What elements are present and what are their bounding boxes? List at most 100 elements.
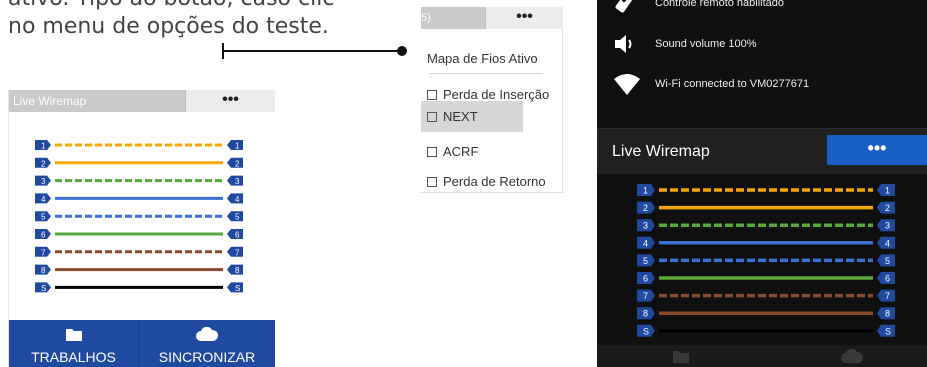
right-pin-label: 5 [885, 256, 890, 266]
status-wifi[interactable]: Wi-Fi connected to VM0277671 [597, 70, 927, 100]
folder-icon[interactable] [672, 349, 690, 363]
remote-control-icon [615, 0, 633, 13]
left-pin-label: S [643, 326, 649, 336]
right-pin-label: 8 [235, 266, 240, 275]
right-pin-label: 4 [885, 238, 890, 248]
callout-connector [222, 43, 407, 59]
menu-item-label: ACRF [443, 144, 479, 159]
left-pin-label: 4 [41, 195, 46, 204]
wire-pair-7: 77 [35, 246, 243, 257]
menu-header: 5) ••• [421, 7, 563, 29]
menu-header-title-fragment: 5) [421, 7, 485, 29]
menu-separator [429, 73, 543, 74]
right-pin-label: 3 [885, 221, 890, 231]
right-pin-label: 6 [885, 274, 890, 284]
menu-item-label: Perda de Inserção [443, 87, 550, 102]
right-pin-label: 3 [235, 177, 240, 186]
folder-icon [66, 329, 82, 341]
status-remote-text: Controle remoto habilitado [655, 0, 785, 9]
wire-pair-8: 88 [637, 307, 895, 320]
left-pin-label: 3 [643, 221, 648, 231]
right-pin-label: 7 [885, 291, 890, 301]
menu-item-label: Mapa de Fios Ativo [427, 51, 538, 66]
left-pin-label: 5 [643, 256, 648, 266]
menu-more-options-button[interactable]: ••• [485, 7, 563, 29]
left-phone-screen: Live Wiremap ••• 1122334455667788SS TRAB… [8, 90, 275, 367]
right-pin-label: 1 [235, 142, 240, 151]
menu-item-next[interactable]: NEXT [421, 101, 523, 132]
sync-label: SINCRONIZAR [158, 349, 256, 365]
status-sound[interactable]: Sound volume 100% [597, 30, 927, 60]
wire-pair-5: 55 [35, 211, 243, 222]
status-remote-control[interactable]: Controle remoto habilitado [597, 0, 927, 19]
wire-pair-6: 66 [35, 229, 243, 240]
right-wiremap-title: Live Wiremap [612, 143, 710, 160]
cloud-icon [196, 327, 218, 341]
left-pin-label: 6 [643, 274, 648, 284]
right-pin-label: 4 [235, 195, 240, 204]
right-pin-label: S [885, 326, 891, 336]
left-pin-label: 5 [41, 213, 46, 222]
right-pin-label: 6 [235, 231, 240, 240]
left-pin-label: 8 [643, 309, 648, 319]
sync-button[interactable]: SINCRONIZAR [139, 320, 275, 367]
wire-pair-1: 11 [637, 184, 895, 196]
checkbox-icon[interactable] [427, 177, 437, 187]
wire-pair-4: 44 [637, 236, 895, 249]
right-wiremap-diagram: 1 12 23 34 45 56 67 78 8S S [637, 184, 895, 337]
left-pin-label: 3 [41, 177, 46, 186]
left-pin-label: 1 [643, 186, 648, 196]
wifi-icon [614, 74, 640, 95]
menu-item-live-wiremap[interactable]: Mapa de Fios Ativo [421, 43, 563, 74]
left-wiremap-header: Live Wiremap ••• [9, 90, 275, 112]
wire-pair-3: 33 [35, 175, 243, 186]
right-dark-screen: Controle remoto habilitado Sound volume … [597, 0, 927, 367]
left-wiremap-diagram: 1 12 23 34 45 56 67 78 8S S [35, 140, 243, 293]
jobs-button[interactable]: TRABALHOS [9, 320, 138, 367]
wire-pair-1: 11 [35, 140, 243, 151]
left-pin-label: 4 [643, 238, 648, 248]
wire-pair-6: 66 [637, 272, 895, 284]
wire-pair-8: 88 [35, 264, 243, 275]
cloud-icon[interactable] [840, 349, 864, 363]
left-footer-nav: TRABALHOS SINCRONIZAR [9, 320, 275, 367]
right-pin-label: 5 [235, 213, 240, 222]
menu-item-return-loss[interactable]: Perda de Retorno [421, 166, 563, 197]
test-options-menu: 5) ••• Mapa de Fios Ativo Perda de Inser… [421, 7, 563, 193]
instruction-line-1: ativo. Tipo ao botão, caso clic [8, 0, 334, 13]
right-wiremap-header: Live Wiremap ••• [597, 128, 927, 174]
menu-item-acrf[interactable]: ACRF [421, 136, 563, 167]
wire-pair-S: SS [35, 282, 243, 293]
checkbox-icon[interactable] [427, 90, 437, 100]
instruction-line-2: no menu de opções do teste. [8, 14, 329, 39]
left-pin-label: 7 [643, 291, 648, 301]
right-more-options-button[interactable]: ••• [827, 135, 927, 165]
checkbox-icon[interactable] [427, 112, 437, 122]
left-pin-label: 7 [41, 248, 46, 257]
status-wifi-text: Wi-Fi connected to VM0277671 [655, 78, 810, 90]
wire-pair-2: 22 [35, 157, 243, 168]
right-pin-label: 2 [235, 159, 240, 168]
left-pin-label: 1 [41, 142, 46, 151]
right-pin-label: 1 [885, 186, 890, 196]
left-pin-label: S [41, 284, 46, 293]
wire-pair-S: SS [637, 324, 895, 337]
left-pin-label: 2 [643, 203, 648, 213]
wire-pair-7: 77 [637, 289, 895, 302]
left-wiremap-title: Live Wiremap [13, 94, 87, 108]
wire-pair-5: 55 [637, 254, 895, 267]
left-more-options-button[interactable]: ••• [185, 90, 275, 112]
right-footer-nav [597, 345, 927, 367]
speaker-icon [615, 35, 632, 53]
wire-pair-2: 22 [637, 201, 895, 214]
status-sound-text: Sound volume 100% [655, 38, 757, 50]
wire-pair-3: 33 [637, 219, 895, 232]
right-pin-label: 2 [885, 203, 890, 213]
wire-pair-4: 44 [35, 193, 243, 204]
left-pin-label: 8 [41, 266, 46, 275]
menu-item-label: Perda de Retorno [443, 174, 546, 189]
checkbox-icon[interactable] [427, 147, 437, 157]
right-pin-label: S [235, 284, 240, 293]
right-pin-label: 7 [235, 248, 240, 257]
left-pin-label: 6 [41, 231, 46, 240]
